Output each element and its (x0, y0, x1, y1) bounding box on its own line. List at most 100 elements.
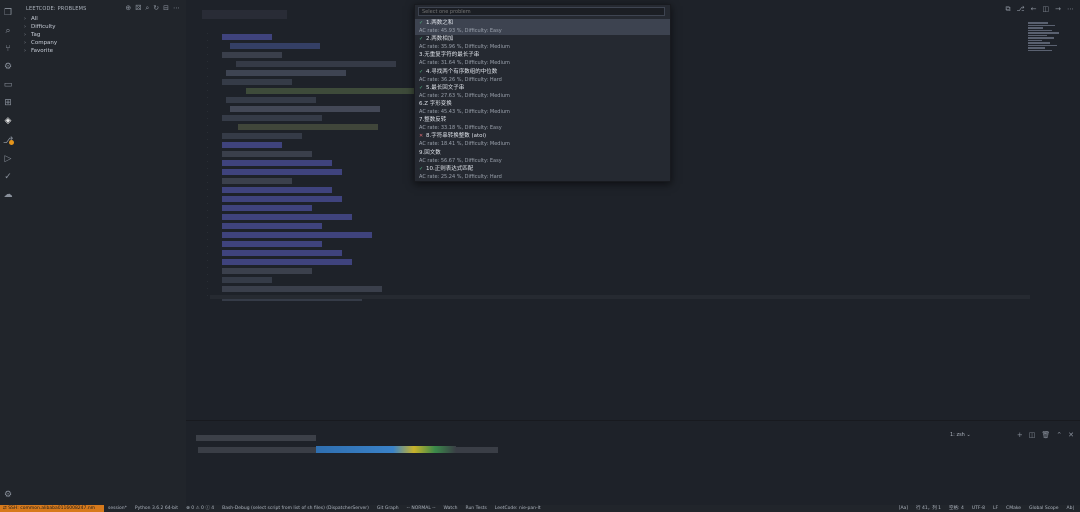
split-terminal-icon[interactable]: ◫ (1029, 431, 1036, 439)
code-line-blurred (222, 196, 342, 202)
problem-detail: AC rate: 36.26 %, Difficulty: Hard (419, 76, 502, 83)
status-item[interactable]: Git Graph (377, 505, 399, 512)
line-number-blurred: · (206, 38, 208, 44)
problem-title: 2.两数相加 (426, 36, 454, 43)
problem-item[interactable]: 6.Z 字形变换 AC rate: 45.43 %, Difficulty: Me… (415, 100, 670, 116)
tree-item-favorite[interactable]: › Favorite (24, 47, 57, 55)
problem-item[interactable]: ✓ 4.寻找两个有序数组的中位数 AC rate: 36.26 %, Difficu… (415, 68, 670, 84)
debug-icon[interactable]: ⚙ (3, 62, 13, 72)
problem-label-row: ✓ 10.正则表达式匹配 (419, 165, 670, 173)
chevron-right-icon: › (24, 16, 26, 22)
status-item[interactable]: Global Scope (1029, 505, 1059, 512)
terminal-selector[interactable]: 1: zsh ⌄ (950, 432, 1010, 438)
line-number-blurred: · (206, 144, 208, 150)
tree-item-all[interactable]: › All (24, 15, 57, 23)
maximize-panel-icon[interactable]: ⌃ (1056, 431, 1062, 439)
extensions-icon[interactable]: ⊞ (3, 98, 13, 108)
status-left: session* Python 3.6.2 64-bit ⊗ 0 ⚠ 0 ⓘ 4 Ba… (108, 505, 541, 512)
status-item[interactable]: ⊗ 0 ⚠ 0 ⓘ 4 (186, 505, 214, 512)
remote-indicator[interactable]: ⇄ SSH: common.alibaba0116008247.nm (0, 505, 104, 512)
problem-item[interactable]: ✓ 5.最长回文子串 AC rate: 27.63 %, Difficulty: M… (415, 84, 670, 100)
status-item[interactable]: 行 41，列 1 (916, 505, 941, 512)
remote-explorer-icon[interactable]: ▭ (3, 80, 13, 90)
line-number-blurred: · (206, 52, 208, 58)
tree-item-tag[interactable]: › Tag (24, 31, 57, 39)
run-icon[interactable]: ▷ (3, 154, 13, 164)
line-number-blurred: · (206, 80, 208, 86)
status-item[interactable]: CMake (1006, 505, 1021, 512)
status-item[interactable]: -- NORMAL -- (407, 505, 436, 512)
problem-detail: AC rate: 45.43 %, Difficulty: Medium (419, 108, 510, 115)
line-number-blurred: · (206, 87, 208, 93)
status-item[interactable]: Ab| (1067, 505, 1074, 512)
line-number-blurred: · (206, 116, 208, 122)
status-item[interactable]: LF (993, 505, 998, 512)
sign-in-icon[interactable]: ⊕ (125, 4, 131, 13)
line-number-blurred: · (206, 265, 208, 271)
problem-detail: AC rate: 35.96 %, Difficulty: Medium (419, 44, 510, 51)
explorer-icon[interactable]: ❐ (3, 8, 13, 18)
line-number-blurred: · (206, 286, 208, 292)
close-panel-icon[interactable]: ✕ (1068, 431, 1074, 439)
pick-problem-icon[interactable]: ⚄ (135, 4, 141, 13)
line-number-blurred: · (206, 130, 208, 136)
panel-actions: + ◫ 🗑 ⌃ ✕ (1017, 431, 1074, 439)
code-line-blurred (222, 259, 352, 265)
code-line-blurred (222, 133, 302, 139)
more-actions-icon[interactable]: ⋯ (173, 4, 180, 13)
source-control-icon[interactable]: ⑂ (3, 44, 13, 54)
line-number-blurred: · (206, 123, 208, 129)
problem-title: 8.字符串转换整数 (atoi) (426, 133, 487, 140)
tree-item-difficulty[interactable]: › Difficulty (24, 23, 57, 31)
sidebar-actions: ⊕ ⚄ ⌕ ↻ ⊟ ⋯ (125, 4, 180, 13)
settings-gear-icon[interactable]: ⚙ (3, 490, 13, 500)
collapse-all-icon[interactable]: ⊟ (163, 4, 169, 13)
status-item[interactable]: [Aa] (899, 505, 908, 512)
more-actions-icon[interactable]: ⋯ (1067, 5, 1074, 14)
split-editor-icon[interactable]: ◫ (1043, 5, 1050, 14)
code-line-blurred (226, 70, 346, 76)
code-line-blurred (222, 223, 322, 229)
new-terminal-icon[interactable]: + (1017, 431, 1023, 439)
leetcode-icon[interactable]: ◈ (3, 116, 13, 126)
problem-item[interactable]: 7.整数反转 AC rate: 33.18 %, Difficulty: Easy (415, 116, 670, 132)
problem-item[interactable]: ✓ 10.正则表达式匹配 AC rate: 25.24 %, Difficulty:… (415, 165, 670, 181)
line-number-blurred: · (206, 293, 208, 299)
status-item[interactable]: 空格: 4 (949, 505, 964, 512)
problem-title: 5.最长回文子串 (426, 84, 465, 91)
notification-badge (9, 140, 14, 145)
compare-icon[interactable]: ⧉ (1006, 5, 1011, 14)
line-number-blurred: · (206, 45, 208, 51)
status-item[interactable]: Python 3.6.2 64-bit (135, 505, 178, 512)
problem-item[interactable]: 3.无重复字符的最长子串 AC rate: 31.64 %, Difficulty… (415, 51, 670, 67)
go-back-icon[interactable]: ← (1031, 5, 1037, 14)
problem-item[interactable]: 9.回文数 AC rate: 56.67 %, Difficulty: Easy (415, 149, 670, 165)
status-item[interactable]: Run Tests (466, 505, 487, 512)
problem-search-input[interactable] (418, 7, 665, 16)
tree-item-company[interactable]: › Company (24, 39, 57, 47)
problem-title: 6.Z 字形变换 (419, 100, 452, 107)
status-item[interactable]: Watch (444, 505, 458, 512)
docker-icon[interactable]: ☁ (3, 190, 13, 200)
go-forward-icon[interactable]: → (1055, 5, 1061, 14)
editor-tab-blurred[interactable] (202, 10, 287, 19)
chevron-right-icon: › (24, 24, 26, 30)
test-check-icon[interactable]: ✓ (3, 172, 13, 182)
status-item[interactable]: UTF-8 (972, 505, 985, 512)
search-icon[interactable]: ⌕ (3, 26, 13, 36)
status-item[interactable]: session* (108, 505, 127, 512)
problem-item[interactable]: ✓ 2.两数相加 AC rate: 35.96 %, Difficulty: Med… (415, 35, 670, 51)
cross-icon: ✕ (419, 133, 424, 140)
check-icon: ✓ (419, 84, 424, 91)
status-item[interactable]: LeetCode: nie-pan-lt (495, 505, 541, 512)
search-problem-icon[interactable]: ⌕ (145, 4, 149, 13)
problem-label-row: 9.回文数 (419, 149, 670, 157)
kill-terminal-icon[interactable]: 🗑 (1041, 431, 1050, 439)
refresh-icon[interactable]: ↻ (153, 4, 159, 13)
status-item[interactable]: Bash-Debug (select script from list of s… (222, 505, 369, 512)
problem-item[interactable]: ✕ 8.字符串转换整数 (atoi) AC rate: 18.41 %, Diffi… (415, 132, 670, 148)
problem-item[interactable]: ✓ 1.两数之和 AC rate: 45.93 %, Difficulty: Eas… (415, 19, 670, 36)
minimap[interactable] (1028, 22, 1062, 62)
check-icon: ✓ (419, 36, 424, 43)
git-icon[interactable]: ⎇ (1017, 5, 1025, 14)
